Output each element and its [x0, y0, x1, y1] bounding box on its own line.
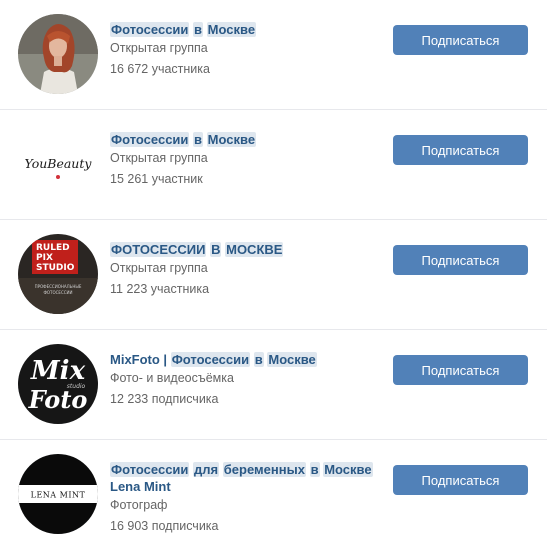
group-type: Фото- и видеосъёмка: [110, 371, 234, 385]
subscribe-button[interactable]: Подписаться: [393, 245, 528, 275]
subscribe-button[interactable]: Подписаться: [393, 25, 528, 55]
title-highlight: Фотосессии: [170, 352, 251, 367]
group-member-count: 16 903 подписчика: [110, 519, 219, 533]
group-type: Открытая группа: [110, 151, 208, 165]
avatar-logo-text: STUDIO: [36, 263, 75, 273]
avatar-logo-text: PIX: [36, 253, 53, 263]
title-highlight: Москве: [267, 352, 317, 367]
group-avatar[interactable]: Mix studio Foto: [18, 344, 98, 424]
group-type: Открытая группа: [110, 41, 208, 55]
title-highlight: ФОТОСЕССИИ: [110, 242, 207, 257]
group-title[interactable]: Фотосессии для беременных в Москве Lena …: [110, 461, 390, 495]
subscribe-button[interactable]: Подписаться: [393, 355, 528, 385]
group-row: RULED PIX STUDIO ПРОФЕССИОНАЛЬНЫЕ ФОТОСЕ…: [0, 220, 547, 330]
title-highlight: Москве: [206, 132, 257, 147]
group-member-count: 15 261 участник: [110, 172, 203, 186]
title-highlight: для: [193, 462, 220, 477]
ruled-pix-studio-logo-icon: RULED PIX STUDIO ПРОФЕССИОНАЛЬНЫЕ ФОТОСЕ…: [18, 234, 98, 314]
title-highlight: в: [309, 462, 320, 477]
avatar-logo-text: Mix: [30, 356, 86, 386]
group-type: Фотограф: [110, 498, 168, 512]
red-haired-woman-photo-icon: [18, 14, 98, 94]
subscribe-button[interactable]: Подписаться: [393, 465, 528, 495]
title-text: Lena Mint: [110, 479, 171, 494]
title-highlight: Фотосессии: [110, 462, 190, 477]
title-highlight: МОСКВЕ: [225, 242, 284, 257]
title-text: MixFoto |: [110, 352, 171, 367]
group-row: Mix studio Foto MixFoto | Фотосессии в М…: [0, 330, 547, 440]
group-avatar[interactable]: LENA MINT: [18, 454, 98, 534]
group-title[interactable]: Фотосессии в Москве: [110, 131, 390, 148]
mix-foto-logo-icon: Mix studio Foto: [18, 344, 98, 424]
avatar-logo-text: YouBeauty: [25, 156, 93, 171]
group-type: Открытая группа: [110, 261, 208, 275]
title-highlight: Фотосессии: [110, 22, 190, 37]
group-title[interactable]: Фотосессии в Москве: [110, 21, 390, 38]
group-avatar[interactable]: [18, 14, 98, 94]
avatar-logo-subtext: ФОТОСЕССИИ: [43, 290, 72, 295]
avatar-logo-subtext: ПРОФЕССИОНАЛЬНЫЕ: [35, 284, 82, 289]
avatar-logo-text: LENA MINT: [31, 491, 86, 500]
group-member-count: 16 672 участника: [110, 62, 210, 76]
title-highlight: в: [253, 352, 264, 367]
title-highlight: беременных: [222, 462, 306, 477]
title-highlight: в: [193, 22, 204, 37]
group-row: LENA MINT Фотосессии для беременных в Мо…: [0, 440, 547, 550]
lena-mint-logo-icon: LENA MINT: [18, 454, 98, 534]
title-highlight: Москве: [206, 22, 257, 37]
title-highlight: В: [210, 242, 222, 257]
avatar-logo-text: Foto: [28, 385, 88, 414]
group-avatar[interactable]: RULED PIX STUDIO ПРОФЕССИОНАЛЬНЫЕ ФОТОСЕ…: [18, 234, 98, 314]
group-title[interactable]: ФОТОСЕССИИ В МОСКВЕ: [110, 241, 390, 258]
title-highlight: Москве: [323, 462, 373, 477]
title-highlight: Фотосессии: [110, 132, 190, 147]
you-beauty-logo-icon: YouBeauty: [18, 124, 98, 204]
group-row: Фотосессии в Москве Открытая группа 16 6…: [0, 0, 547, 110]
group-member-count: 12 233 подписчика: [110, 392, 219, 406]
subscribe-button[interactable]: Подписаться: [393, 135, 528, 165]
group-member-count: 11 223 участника: [110, 282, 210, 296]
group-row: YouBeauty Фотосессии в Москве Открытая г…: [0, 110, 547, 220]
avatar-logo-text: RULED: [36, 243, 70, 253]
group-search-results: Фотосессии в Москве Открытая группа 16 6…: [0, 0, 547, 550]
group-title[interactable]: MixFoto | Фотосессии в Москве: [110, 351, 390, 368]
title-highlight: в: [193, 132, 204, 147]
group-avatar[interactable]: YouBeauty: [18, 124, 98, 204]
